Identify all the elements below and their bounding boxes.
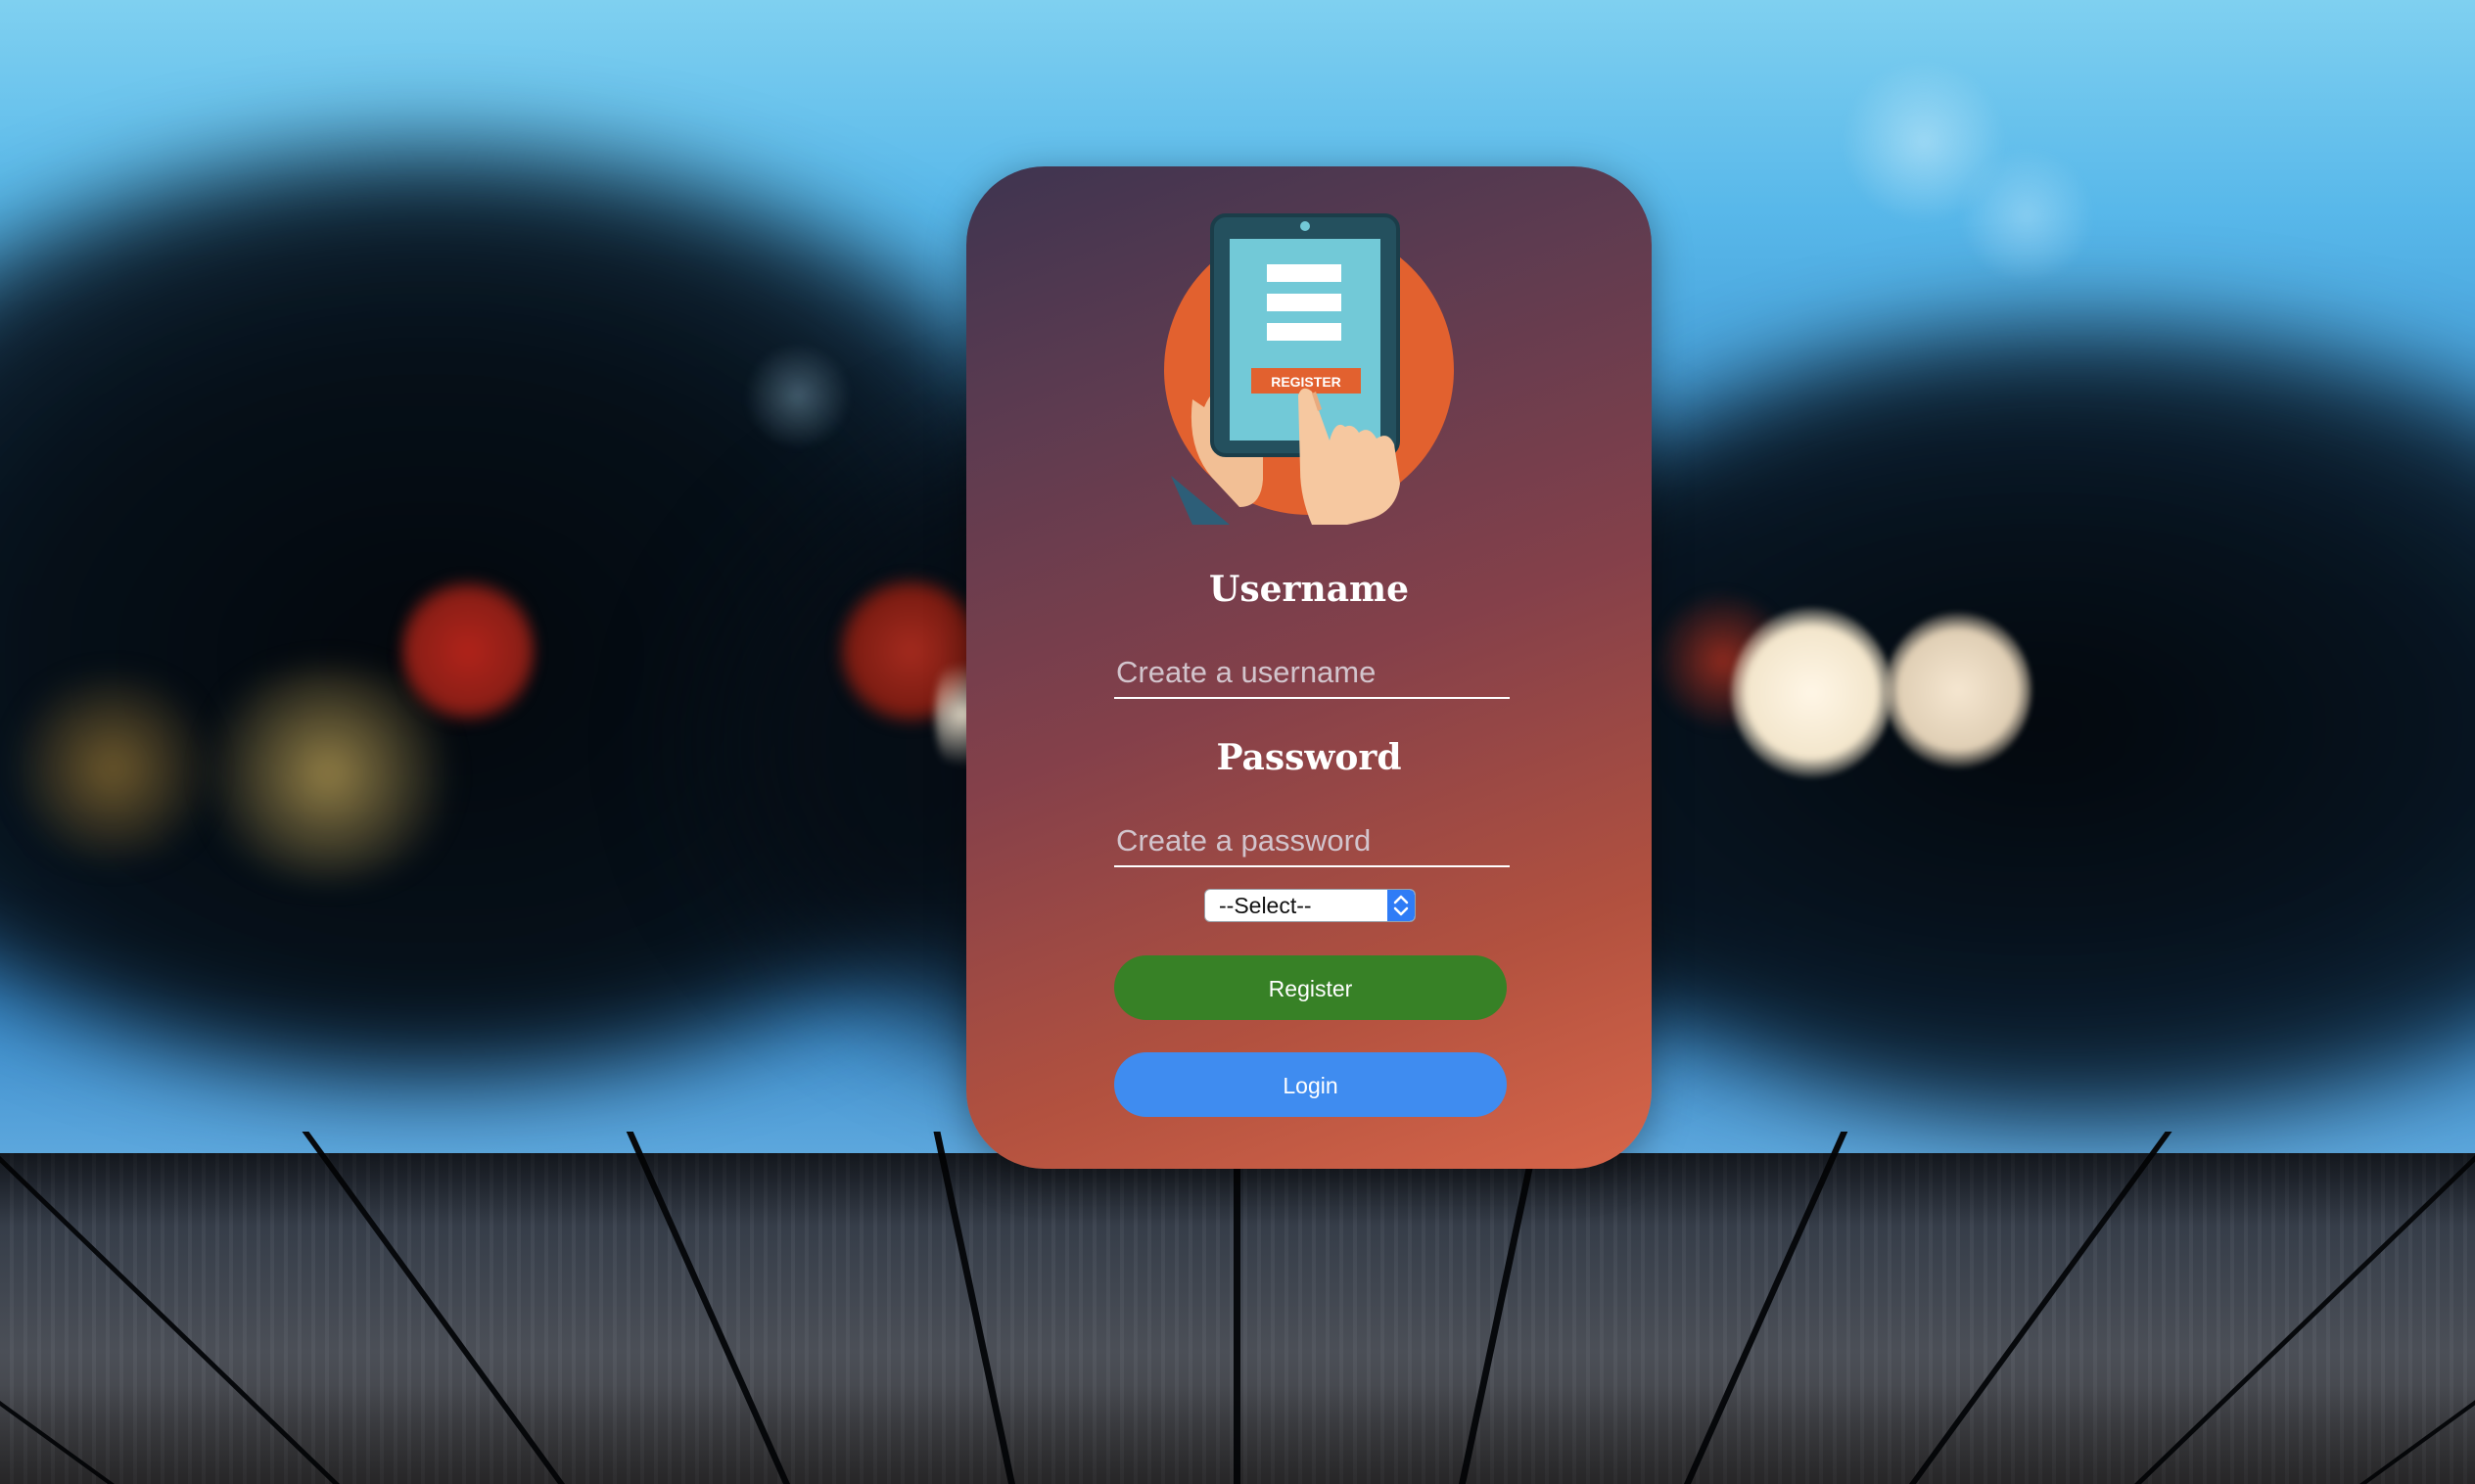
form-line-icon: [1267, 264, 1341, 282]
bokeh-light: [1885, 612, 2031, 768]
tablet-camera-icon: [1300, 221, 1310, 231]
select-value: --Select--: [1219, 893, 1312, 918]
role-select[interactable]: --Select--: [1204, 889, 1416, 922]
username-input[interactable]: [1114, 648, 1510, 699]
register-button[interactable]: Register: [1114, 955, 1507, 1020]
username-heading: Username: [1208, 569, 1410, 610]
select-arrows-icon: [1387, 890, 1415, 921]
login-button[interactable]: Login: [1114, 1052, 1507, 1117]
tablet-register-illustration: REGISTER: [1164, 213, 1454, 525]
form-line-icon: [1267, 294, 1341, 311]
password-heading: Password: [1216, 737, 1402, 778]
wooden-deck: [0, 1132, 2475, 1484]
form-line-icon: [1267, 323, 1341, 341]
password-input[interactable]: [1114, 816, 1510, 867]
bokeh-light: [399, 573, 537, 729]
register-caption-text: REGISTER: [1271, 374, 1341, 390]
bokeh-light: [744, 343, 852, 450]
bokeh-light: [1958, 147, 2095, 284]
bokeh-light: [1731, 607, 1892, 778]
deck-shade: [0, 1153, 2475, 1484]
